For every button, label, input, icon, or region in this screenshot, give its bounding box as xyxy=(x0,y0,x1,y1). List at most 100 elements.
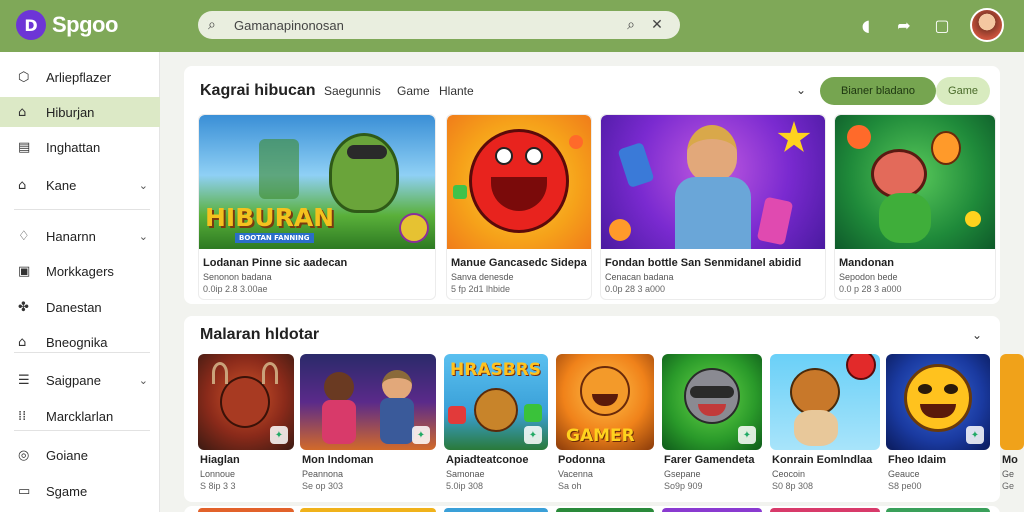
sidebar-item-0[interactable]: ⬡ Arliepflazer xyxy=(0,62,160,92)
game-thumbnail xyxy=(1000,354,1024,450)
logo-mark: D xyxy=(16,10,46,40)
sidebar-item-4[interactable]: ♢ Hanarnn ⌄ xyxy=(0,221,160,251)
game-button[interactable]: Game xyxy=(936,77,990,105)
sidebar-item-1[interactable]: ⌂ Hiburjan xyxy=(0,97,160,127)
game-thumbnail xyxy=(447,115,591,249)
card-icon: ▭ xyxy=(18,483,31,499)
game-card[interactable]: Fondan bottle San Senmidanel abidid Cena… xyxy=(600,114,826,300)
sidebar-item-label: Goiane xyxy=(46,447,88,463)
window-icon[interactable]: ▢ xyxy=(932,16,952,35)
sidebar-item-2[interactable]: ▤ Inghattan xyxy=(0,132,160,162)
game-title: Hiaglan xyxy=(200,454,240,466)
app-name: Spgoo xyxy=(52,12,118,37)
search-input[interactable] xyxy=(228,17,618,33)
sidebar-item-label: Bneognika xyxy=(46,334,108,350)
chat-icon[interactable]: ◖ xyxy=(856,16,876,35)
chevron-down-icon[interactable]: ⌄ xyxy=(139,230,148,243)
tab-1[interactable]: Game xyxy=(397,84,430,98)
game-card[interactable]: HIBURAN BOOTAN FANNING Lodanan Pinne sic… xyxy=(198,114,436,300)
game-tile[interactable]: Konrain Eomlndlaa Ceocoin S0 8p 308 xyxy=(770,354,880,498)
clear-search-icon[interactable]: ✕ xyxy=(644,17,670,33)
game-thumbnail: ✦ xyxy=(300,354,436,450)
sidebar-item-5[interactable]: ▣ Morkkagers xyxy=(0,256,160,286)
top-actions: ◖ ➦ ▢ xyxy=(856,8,1004,42)
game-tile[interactable]: Mo Ge Ge xyxy=(1000,354,1024,498)
games-section: Malaran hldotar ⌄ ✦ Hiaglan Lonnoue S 8i… xyxy=(184,316,1000,502)
game-thumbnail: ✦ xyxy=(662,354,762,450)
sidebar-item-6[interactable]: ✤ Danestan xyxy=(0,292,160,322)
platform-badge-icon: ✦ xyxy=(270,426,288,444)
chevron-down-icon[interactable]: ⌄ xyxy=(796,83,806,97)
sidebar-item-label: Hanarnn xyxy=(46,228,96,244)
game-title: Podonna xyxy=(558,454,606,466)
game-subtitle: Peannona xyxy=(302,469,344,479)
game-meta: Se op 303 xyxy=(302,481,344,491)
game-title: Manue Gancasedc Sidepa xyxy=(451,257,587,269)
game-subtitle: Geauce xyxy=(888,469,920,479)
chevron-down-icon[interactable]: ⌄ xyxy=(139,179,148,192)
thumbnail-text: HIBURAN xyxy=(205,203,335,232)
game-title: Lodanan Pinne sic aadecan xyxy=(203,257,348,269)
game-meta: 5 fp 2d1 lhbide xyxy=(451,284,511,294)
sidebar-item-10[interactable]: ◎ Goiane xyxy=(0,440,160,470)
game-thumbnail xyxy=(835,115,995,249)
game-subtitle: Gsepane xyxy=(664,469,701,479)
featured-section: Kagrai hibucan Saegunnis Game Hlante ⌄ B… xyxy=(184,66,1000,304)
game-title: Mandonan xyxy=(839,257,894,269)
sidebar-item-3[interactable]: ⌂ Kane ⌄ xyxy=(0,170,160,200)
tab-0[interactable]: Saegunnis xyxy=(324,84,381,98)
share-icon[interactable]: ➦ xyxy=(894,16,914,35)
game-meta: Sa oh xyxy=(558,481,582,491)
game-tile[interactable]: HRASBRS ✦ Apiadteatconoe Samonae 5.0ip 3… xyxy=(444,354,548,498)
home-icon: ⌂ xyxy=(18,104,27,120)
game-tile[interactable]: GAMER Podonna Vacenna Sa oh xyxy=(556,354,654,498)
sidebar-item-9[interactable]: ⁞⁞ Marcklarlan xyxy=(0,401,160,431)
chevron-down-icon[interactable]: ⌄ xyxy=(972,328,982,342)
game-thumbnail: ✦ xyxy=(198,354,294,450)
platform-badge-icon: ✦ xyxy=(966,426,984,444)
primary-button[interactable]: Bianer bladano xyxy=(820,77,936,105)
game-thumbnail xyxy=(770,354,880,450)
sidebar-item-label: Marcklarlan xyxy=(46,408,114,424)
platform-badge-icon: ✦ xyxy=(524,426,542,444)
game-thumbnail: HRASBRS ✦ xyxy=(444,354,548,450)
game-meta: 0.0ip 2.8 3.00ae xyxy=(203,284,268,294)
game-subtitle: Vacenna xyxy=(558,469,593,479)
game-meta: 5.0ip 308 xyxy=(446,481,484,491)
game-thumbnail: ✦ xyxy=(886,354,990,450)
sidebar-item-label: Kane xyxy=(46,177,77,193)
search-submit-icon[interactable]: ⌕ xyxy=(618,17,644,33)
list-icon: ☰ xyxy=(18,372,30,388)
game-tile[interactable]: ✦ Farer Gamendeta Gsepane So9p 909 xyxy=(662,354,762,498)
game-card[interactable]: Mandonan Sepodon bede 0.0 p 28 3 a000 xyxy=(834,114,996,300)
sidebar-item-8[interactable]: ☰ Saigpane ⌄ xyxy=(0,365,160,395)
sidebar-item-label: Hiburjan xyxy=(46,104,95,120)
sidebar-item-label: Inghattan xyxy=(46,139,101,155)
game-card[interactable]: Manue Gancasedc Sidepa Sanva denesde 5 f… xyxy=(446,114,592,300)
game-subtitle: Cenacan badana xyxy=(605,272,674,282)
app-logo[interactable]: D Spgoo xyxy=(16,10,118,40)
thumbnail-text: GAMER xyxy=(566,426,635,446)
section-title: Malaran hldotar xyxy=(200,326,320,343)
tab-2[interactable]: Hlante xyxy=(439,84,474,98)
game-subtitle: Ge xyxy=(1002,469,1015,479)
game-meta: Ge xyxy=(1002,481,1015,491)
game-title: Fondan bottle San Senmidanel abidid xyxy=(605,257,802,269)
home-icon: ⌂ xyxy=(18,177,27,193)
game-tile[interactable]: ✦ Mon Indoman Peannona Se op 303 xyxy=(300,354,436,498)
image-icon: ▣ xyxy=(18,263,31,279)
sidebar-item-11[interactable]: ▭ Sgame xyxy=(0,476,160,506)
bag-icon: ⌂ xyxy=(18,334,27,350)
game-thumbnail: GAMER xyxy=(556,354,654,450)
avatar[interactable] xyxy=(970,8,1004,42)
game-title: Farer Gamendeta xyxy=(664,454,755,466)
game-subtitle: Sanva denesde xyxy=(451,272,514,282)
sidebar-divider xyxy=(14,209,150,210)
game-tile[interactable]: ✦ Hiaglan Lonnoue S 8ip 3 3 xyxy=(198,354,294,498)
section-title: Kagrai hibucan xyxy=(200,82,316,99)
game-subtitle: Sepodon bede xyxy=(839,272,898,282)
puzzle-icon: ✤ xyxy=(18,299,29,315)
grid-icon: ⁞⁞ xyxy=(18,408,27,424)
game-tile[interactable]: ✦ Fheo Idaim Geauce S8 pe00 xyxy=(886,354,990,498)
chevron-down-icon[interactable]: ⌄ xyxy=(139,374,148,387)
